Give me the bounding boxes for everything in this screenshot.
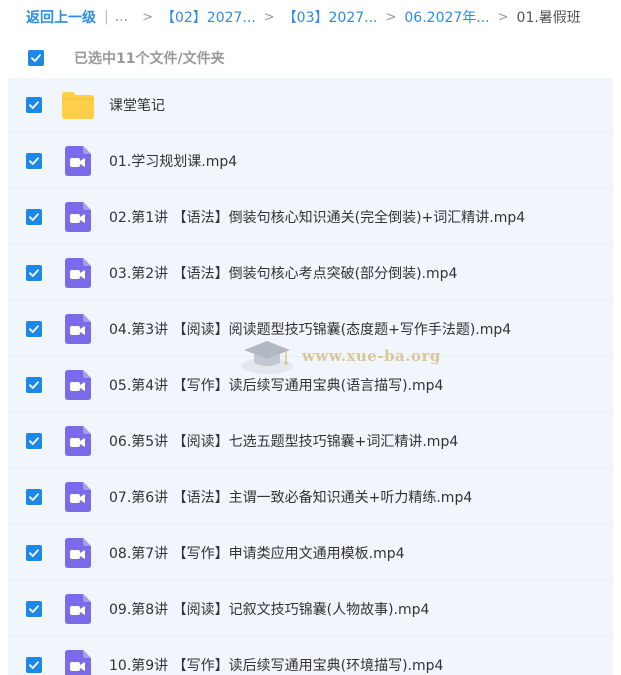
video-file-icon	[61, 424, 95, 458]
file-row[interactable]: 06.第5讲 【阅读】七选五题型技巧锦囊+词汇精讲.mp4	[8, 413, 613, 469]
checkmark-icon	[29, 604, 39, 613]
row-checkbox[interactable]	[26, 97, 42, 113]
folder-row[interactable]: 课堂笔记	[8, 78, 613, 133]
row-checkbox[interactable]	[26, 208, 42, 225]
file-name[interactable]: 01.学习规划课.mp4	[109, 151, 237, 171]
file-row[interactable]: 09.第8讲 【阅读】记叙文技巧锦囊(人物故事).mp4	[8, 581, 613, 637]
breadcrumb-item-2[interactable]: 【03】2027...	[283, 7, 378, 27]
checkmark-icon	[29, 268, 39, 277]
checkmark-icon	[31, 54, 41, 62]
breadcrumb-current: 01.暑假班	[516, 10, 581, 26]
video-file-icon	[65, 145, 91, 176]
file-name[interactable]: 08.第7讲 【写作】申请类应用文通用模板.mp4	[109, 543, 405, 563]
breadcrumb-separator: >	[385, 9, 397, 25]
video-file-icon	[65, 201, 91, 232]
file-row[interactable]: 10.第9讲 【写作】读后续写通用宝典(环境描写).mp4	[8, 637, 613, 675]
checkmark-icon	[29, 212, 39, 221]
video-file-icon	[65, 425, 91, 456]
file-name[interactable]: 09.第8讲 【阅读】记叙文技巧锦囊(人物故事).mp4	[109, 599, 429, 619]
row-checkbox[interactable]	[26, 376, 42, 393]
file-name[interactable]: 05.第4讲 【写作】读后续写通用宝典(语言描写).mp4	[109, 375, 443, 395]
file-row[interactable]: 01.学习规划课.mp4	[8, 133, 613, 189]
selection-count-text: 已选中11个文件/文件夹	[74, 51, 225, 67]
row-checkbox[interactable]	[26, 656, 42, 673]
file-row[interactable]: 04.第3讲 【阅读】阅读题型技巧锦囊(态度题+写作手法题).mp4	[8, 301, 613, 357]
checkmark-icon	[29, 101, 39, 109]
row-checkbox[interactable]	[26, 544, 42, 561]
checkmark-icon	[29, 156, 39, 165]
video-file-icon	[65, 481, 91, 512]
breadcrumb-divider: |	[104, 9, 109, 25]
video-file-icon	[61, 200, 95, 234]
video-file-icon	[61, 648, 95, 675]
video-file-icon	[65, 257, 91, 288]
checkmark-icon	[29, 492, 39, 501]
row-checkbox[interactable]	[26, 152, 42, 169]
breadcrumb-item-3[interactable]: 06.2027年...	[404, 7, 489, 27]
video-file-icon	[61, 256, 95, 290]
back-link[interactable]: 返回上一级	[26, 7, 96, 27]
file-name[interactable]: 课堂笔记	[109, 95, 165, 115]
checkmark-icon	[29, 436, 39, 445]
file-row[interactable]: 05.第4讲 【写作】读后续写通用宝典(语言描写).mp4	[8, 357, 613, 413]
video-file-icon	[65, 649, 91, 675]
checkmark-icon	[29, 660, 39, 669]
select-all-checkbox[interactable]	[28, 50, 44, 66]
file-row[interactable]: 03.第2讲 【语法】倒装句核心考点突破(部分倒装).mp4	[8, 245, 613, 301]
checkmark-icon	[29, 380, 39, 389]
breadcrumb-separator: >	[142, 9, 153, 25]
video-file-icon	[61, 144, 95, 178]
file-name[interactable]: 03.第2讲 【语法】倒装句核心考点突破(部分倒装).mp4	[109, 263, 457, 283]
row-checkbox[interactable]	[26, 264, 42, 281]
row-checkbox[interactable]	[26, 600, 42, 617]
file-name[interactable]: 02.第1讲 【语法】倒装句核心知识通关(完全倒装)+词汇精讲.mp4	[109, 207, 525, 227]
checkmark-icon	[29, 548, 39, 557]
video-file-icon	[65, 369, 91, 400]
row-checkbox[interactable]	[26, 432, 42, 449]
file-name[interactable]: 04.第3讲 【阅读】阅读题型技巧锦囊(态度题+写作手法题).mp4	[109, 319, 511, 339]
video-file-icon	[61, 592, 95, 626]
video-file-icon	[61, 368, 95, 402]
breadcrumb-separator: >	[497, 9, 509, 25]
breadcrumb-ellipsis[interactable]: ...	[115, 9, 128, 25]
breadcrumb: 返回上一级 | ... > 【02】2027... > 【03】2027... …	[0, 0, 621, 34]
breadcrumb-separator: >	[263, 9, 275, 25]
file-row[interactable]: 02.第1讲 【语法】倒装句核心知识通关(完全倒装)+词汇精讲.mp4	[8, 189, 613, 245]
video-file-icon	[65, 313, 91, 344]
video-file-icon	[65, 537, 91, 568]
file-row[interactable]: 08.第7讲 【写作】申请类应用文通用模板.mp4	[8, 525, 613, 581]
video-file-icon	[61, 536, 95, 570]
row-checkbox[interactable]	[26, 320, 42, 337]
checkmark-icon	[29, 324, 39, 333]
breadcrumb-item-1[interactable]: 【02】2027...	[161, 7, 256, 27]
file-name[interactable]: 10.第9讲 【写作】读后续写通用宝典(环境描写).mp4	[109, 655, 443, 675]
video-file-icon	[65, 593, 91, 624]
folder-icon	[62, 92, 94, 119]
video-file-icon	[61, 480, 95, 514]
row-checkbox[interactable]	[26, 488, 42, 505]
file-row[interactable]: 07.第6讲 【语法】主谓一致必备知识通关+听力精练.mp4	[8, 469, 613, 525]
folder-icon	[61, 88, 95, 122]
selection-bar: 已选中11个文件/文件夹	[8, 38, 613, 78]
video-file-icon	[61, 312, 95, 346]
file-name[interactable]: 06.第5讲 【阅读】七选五题型技巧锦囊+词汇精讲.mp4	[109, 431, 458, 451]
file-name[interactable]: 07.第6讲 【语法】主谓一致必备知识通关+听力精练.mp4	[109, 487, 472, 507]
file-list: 课堂笔记 01.学习规划课.mp4 02.第1讲 【语法】倒装句核心知识通关(完…	[8, 78, 613, 675]
